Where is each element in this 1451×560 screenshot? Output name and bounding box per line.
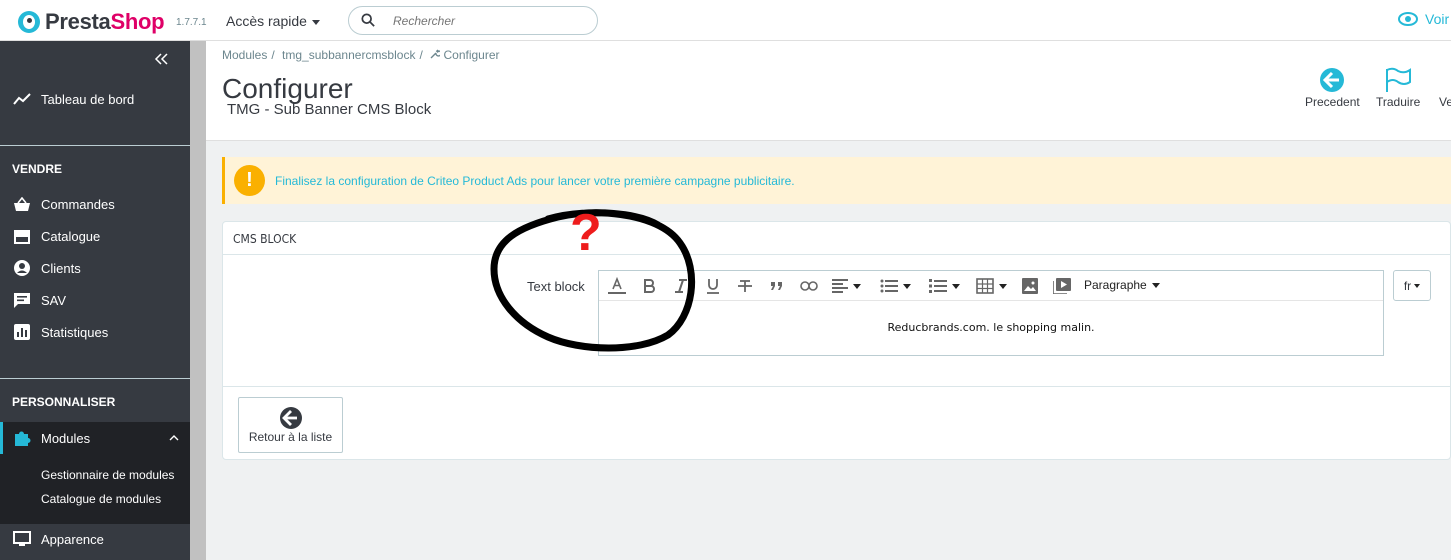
warning-icon: ! <box>234 165 265 196</box>
bullet-list-dropdown[interactable] <box>880 277 911 295</box>
breadcrumb-separator: / <box>419 48 423 62</box>
table-icon <box>976 278 994 294</box>
media-button[interactable] <box>1053 277 1071 295</box>
flag-icon <box>1386 67 1412 92</box>
alert-link[interactable]: Finalisez la configuration de Criteo Pro… <box>275 174 795 188</box>
eye-icon <box>1398 12 1418 26</box>
sidebar-item-customers[interactable]: Clients <box>0 252 190 284</box>
modules-submenu: Gestionnaire de modules Catalogue de mod… <box>0 454 190 524</box>
account-circle-icon <box>12 259 32 277</box>
search-box[interactable] <box>348 6 598 35</box>
collapse-menu-icon[interactable] <box>154 53 168 65</box>
caret-down-icon <box>853 283 861 289</box>
breadcrumb: Modules / tmg_subbannercmsblock / Configur… <box>222 48 504 62</box>
caret-down-icon <box>1414 283 1421 288</box>
quick-access-dropdown[interactable]: Accès rapide <box>226 13 320 29</box>
panel-header: CMS BLOCK <box>223 222 1451 255</box>
panel-title: CMS BLOCK <box>233 232 297 246</box>
sidebar-subitem-module-manager[interactable]: Gestionnaire de modules <box>41 468 174 482</box>
caret-down-icon <box>999 283 1007 289</box>
chat-icon <box>12 291 32 309</box>
sidebar-divider <box>0 145 190 146</box>
image-icon <box>1022 278 1038 294</box>
numbered-list-dropdown[interactable] <box>929 277 960 295</box>
brand-name: PrestaShop <box>45 9 165 34</box>
video-icon <box>1053 278 1071 294</box>
cms-block-panel: CMS BLOCK Text block Paragraphe Reducbra… <box>222 221 1451 460</box>
underline-icon <box>707 279 719 294</box>
sidebar: Tableau de bord VENDRE Commandes Catalog… <box>0 41 190 560</box>
strikethrough-icon <box>738 280 752 292</box>
sidebar-item-stats[interactable]: Statistiques <box>0 316 190 348</box>
page-header: Modules / tmg_subbannercmsblock / Configur… <box>206 41 1451 141</box>
version-label: 1.7.7.1 <box>176 17 207 28</box>
table-dropdown[interactable] <box>976 277 1007 295</box>
caret-down-icon <box>952 283 960 289</box>
trending-up-icon <box>12 90 32 108</box>
toolbar-view-button[interactable]: Ve <box>1439 65 1451 109</box>
warning-alert: ! Finalisez la configuration de Criteo P… <box>222 157 1451 204</box>
store-icon <box>12 227 32 245</box>
arrow-left-circle-icon <box>279 407 302 429</box>
breadcrumb-separator: / <box>271 48 275 62</box>
view-shop-link[interactable]: Voir <box>1398 11 1449 27</box>
sidebar-divider <box>0 378 190 379</box>
breadcrumb-modules[interactable]: Modules <box>222 48 267 62</box>
question-mark-annotation: ? <box>570 204 602 262</box>
blockquote-button[interactable] <box>770 277 784 295</box>
caret-down-icon <box>311 19 320 25</box>
image-button[interactable] <box>1022 277 1038 295</box>
link-icon <box>800 281 818 291</box>
search-input[interactable] <box>393 12 583 30</box>
strikethrough-button[interactable] <box>737 277 753 295</box>
sidebar-subitem-module-catalog[interactable]: Catalogue de modules <box>41 492 161 506</box>
wrench-icon <box>430 49 442 59</box>
language-dropdown[interactable]: fr <box>1393 270 1431 301</box>
puzzle-icon <box>12 429 32 447</box>
prestashop-logo[interactable]: PrestaShop <box>18 9 165 35</box>
sidebar-scrollbar[interactable] <box>190 41 206 560</box>
sidebar-item-dashboard[interactable]: Tableau de bord <box>0 83 190 115</box>
top-header: PrestaShop 1.7.7.1 Accès rapide Voir <box>0 0 1451 41</box>
link-button[interactable] <box>800 277 818 295</box>
breadcrumb-current: Configurer <box>443 48 500 62</box>
back-to-list-button[interactable]: Retour à la liste <box>238 397 343 453</box>
align-dropdown[interactable] <box>832 277 861 295</box>
bullet-list-icon <box>880 279 898 293</box>
editor-content[interactable]: Reducbrands.com. le shopping malin. <box>599 321 1383 334</box>
panel-footer-divider <box>223 386 1450 387</box>
sidebar-item-modules[interactable]: Modules <box>0 422 190 454</box>
toolbar-translate-button[interactable]: Traduire <box>1376 65 1420 109</box>
editor-toolbar: Paragraphe <box>599 271 1383 301</box>
sidebar-item-orders[interactable]: Commandes <box>0 188 190 220</box>
sidebar-section-sell: VENDRE <box>12 162 63 176</box>
rich-text-editor[interactable]: Paragraphe Reducbrands.com. le shopping … <box>598 270 1384 356</box>
align-left-icon <box>832 279 848 293</box>
sidebar-item-support[interactable]: SAV <box>0 284 190 316</box>
chevron-up-icon <box>169 435 179 441</box>
sidebar-item-catalog[interactable]: Catalogue <box>0 220 190 252</box>
search-icon <box>361 13 375 27</box>
numbered-list-icon <box>929 279 947 293</box>
caret-down-icon <box>1151 282 1160 288</box>
sidebar-item-appearance[interactable]: Apparence <box>0 523 190 555</box>
sidebar-section-customize: PERSONNALISER <box>12 395 116 409</box>
monitor-icon <box>12 530 32 548</box>
format-select[interactable]: Paragraphe <box>1084 278 1160 292</box>
basket-icon <box>12 195 32 213</box>
breadcrumb-module[interactable]: tmg_subbannercmsblock <box>282 48 415 62</box>
page-subtitle: TMG - Sub Banner CMS Block <box>227 101 432 118</box>
caret-down-icon <box>903 283 911 289</box>
toolbar-back-button[interactable]: Precedent <box>1305 65 1360 109</box>
puffin-logo-icon <box>18 11 40 33</box>
underline-button[interactable] <box>706 277 720 295</box>
arrow-left-circle-icon <box>1320 68 1345 92</box>
quote-icon <box>771 282 782 290</box>
bar-chart-icon <box>12 323 32 341</box>
